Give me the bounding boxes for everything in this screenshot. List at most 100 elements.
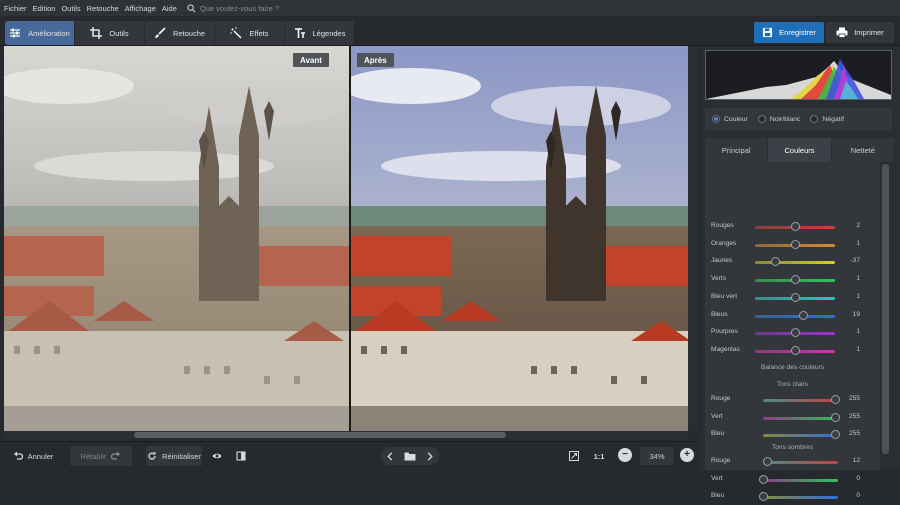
slider-row-bleu-vert: Bleu vert 1 — [705, 292, 880, 306]
slider-label: Verts — [711, 275, 727, 283]
reset-button[interactable]: Réinitialiser — [146, 446, 202, 466]
chevron-left-icon[interactable] — [386, 451, 394, 461]
slider-row-sombre-vert: Vert 0 — [705, 474, 880, 488]
search-box[interactable]: Que voulez-vous faire ? — [187, 4, 279, 13]
highlights-title: Tons clairs — [776, 381, 809, 388]
panel-scrollbar[interactable] — [881, 164, 890, 459]
bottom-bar: Annuler Rétablir Réinitialiser 1:1 − 34%… — [0, 441, 700, 470]
redo-arrow-icon — [111, 451, 121, 460]
folder-icon[interactable] — [404, 451, 416, 461]
slider-knob[interactable] — [798, 310, 808, 320]
slider-label: Bleus — [711, 310, 728, 318]
radio-label: Négatif — [822, 115, 844, 123]
slider-label: Pourpres — [711, 328, 738, 336]
slider-knob[interactable] — [790, 275, 800, 285]
slider-value: 255 — [848, 395, 860, 402]
zoom-level[interactable]: 34% — [640, 447, 674, 465]
slider-value: 1 — [856, 292, 860, 300]
slider-knob[interactable] — [831, 412, 841, 422]
tab-nettete[interactable]: Netteté — [831, 138, 895, 162]
tab-label: Retouche — [172, 28, 206, 38]
shadows-title: Tons sombres — [771, 444, 814, 451]
radio-negatif[interactable]: Négatif — [810, 115, 844, 123]
radio-noir-blanc[interactable]: Noir/blanc — [757, 115, 801, 123]
radio-label: Noir/blanc — [769, 115, 801, 123]
menu-edition[interactable]: Edition — [33, 4, 56, 13]
menu-retouche[interactable]: Retouche — [87, 4, 119, 13]
menu-outils[interactable]: Outils — [61, 4, 80, 13]
slider-track[interactable] — [755, 261, 835, 265]
slider-knob[interactable] — [790, 345, 800, 355]
tab-label: Outils — [109, 28, 129, 38]
preview-eye-button[interactable] — [208, 446, 226, 466]
slider-track[interactable] — [763, 416, 838, 420]
tab-couleurs[interactable]: Couleurs — [768, 138, 832, 162]
slider-track[interactable] — [763, 461, 838, 464]
radio-couleur[interactable]: Couleur — [712, 115, 748, 123]
slider-label: Oranges — [711, 239, 737, 247]
minus-icon: − — [622, 449, 628, 460]
plus-icon: + — [684, 449, 690, 460]
print-button[interactable]: Imprimer — [826, 22, 894, 43]
slider-track[interactable] — [763, 478, 838, 482]
slider-knob[interactable] — [758, 492, 768, 501]
slider-label: Bleu — [711, 492, 725, 499]
fit-screen-button[interactable] — [566, 446, 582, 466]
menu-affichage[interactable]: Affichage — [125, 4, 156, 13]
save-button[interactable]: Enregistrer — [754, 22, 824, 43]
tab-legendes[interactable]: Légendes — [285, 21, 355, 45]
split-view-button[interactable] — [232, 446, 250, 466]
slider-knob[interactable] — [770, 257, 780, 267]
slider-knob[interactable] — [831, 430, 841, 439]
tab-effets[interactable]: Effets — [215, 21, 285, 45]
viewer-horizontal-scrollbar[interactable] — [4, 431, 688, 439]
slider-knob[interactable] — [831, 395, 841, 404]
slider-track[interactable] — [763, 434, 838, 437]
scrollbar-thumb[interactable] — [882, 164, 889, 454]
sliders-icon — [10, 28, 21, 38]
text-icon — [294, 28, 305, 38]
image-viewer[interactable]: Avant Après — [4, 46, 688, 431]
floppy-disk-icon — [763, 27, 773, 38]
slider-knob[interactable] — [791, 222, 801, 231]
tab-outils[interactable]: Outils — [75, 21, 145, 45]
slider-track[interactable] — [755, 314, 835, 318]
tab-retouche[interactable]: Retouche — [145, 21, 215, 45]
menu-fichier[interactable]: Fichier — [4, 4, 27, 13]
slider-knob[interactable] — [790, 328, 800, 338]
slider-label: Bleu — [711, 430, 725, 437]
reset-icon — [148, 451, 156, 460]
slider-row-clair-rouge: Rouge 255 — [705, 394, 880, 408]
actual-size-button[interactable]: 1:1 — [590, 446, 608, 466]
tab-amelioration[interactable]: Amélioration — [5, 21, 75, 45]
slider-value: 0 — [856, 474, 860, 482]
slider-knob[interactable] — [790, 239, 800, 249]
compare-divider[interactable] — [349, 46, 351, 431]
histogram — [705, 50, 892, 100]
undo-button[interactable]: Annuler — [8, 446, 58, 466]
chevron-right-icon[interactable] — [426, 451, 434, 461]
tab-label: Légendes — [312, 28, 346, 38]
slider-row-magentas: Magentas 1 — [705, 345, 880, 359]
scrollbar-thumb[interactable] — [134, 432, 506, 438]
slider-knob[interactable] — [758, 474, 768, 484]
split-view-icon — [236, 451, 246, 461]
zoom-in-button[interactable]: + — [680, 448, 694, 462]
slider-value: 0 — [856, 492, 860, 499]
zoom-out-button[interactable]: − — [618, 448, 632, 462]
before-label: Avant — [293, 53, 329, 67]
slider-knob[interactable] — [790, 292, 800, 302]
viewer-vertical-scrollbar[interactable] — [689, 46, 698, 431]
slider-label: Jaunes — [711, 257, 733, 265]
tab-principal[interactable]: Principal — [705, 138, 769, 162]
slider-value: 1 — [856, 275, 860, 283]
redo-button[interactable]: Rétablir — [70, 446, 132, 466]
search-input[interactable]: Que voulez-vous faire ? — [200, 4, 279, 13]
slider-track[interactable] — [763, 399, 838, 402]
slider-label: Vert — [711, 474, 723, 482]
slider-label: Magentas — [711, 345, 740, 353]
menu-aide[interactable]: Aide — [162, 4, 177, 13]
slider-track[interactable] — [763, 496, 838, 499]
slider-knob[interactable] — [763, 457, 772, 466]
slider-value: 255 — [848, 430, 860, 437]
